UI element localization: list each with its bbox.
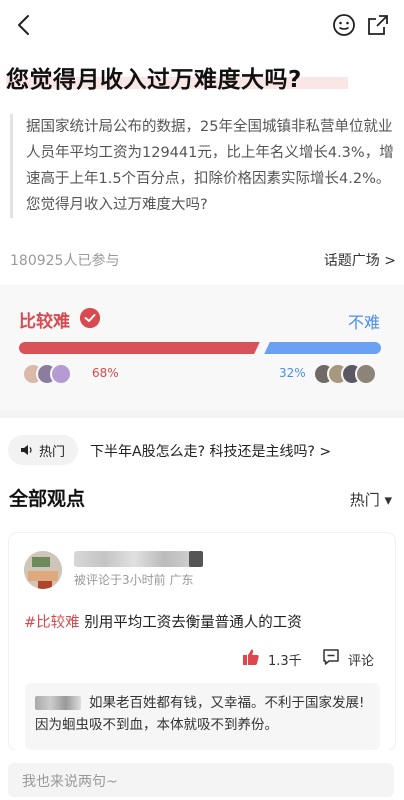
avatar[interactable]: [24, 551, 62, 589]
vote-percent-left: 68%: [92, 366, 119, 380]
topic-square-link[interactable]: 话题广场 >: [324, 250, 396, 270]
comment-input[interactable]: 我也来说两句~: [8, 763, 394, 797]
emoji-face-icon[interactable]: [332, 13, 356, 37]
speaker-icon: [21, 445, 32, 455]
vote-option-right[interactable]: 不难: [348, 309, 380, 333]
check-icon: [80, 308, 100, 328]
question-title: 您觉得月收入过万难度大吗?: [6, 67, 302, 93]
comment-input-bar: 我也来说两句~: [0, 750, 404, 800]
vote-bar-left: [19, 342, 263, 354]
chevron-left-icon[interactable]: [12, 12, 38, 38]
vote-option-left[interactable]: 比较难: [19, 307, 70, 332]
question-title-wrap: 您觉得月收入过万难度大吗?: [6, 60, 348, 94]
sub-reply-name-blurred: [35, 696, 81, 710]
comment-meta: 被评论于3小时前 广东: [74, 573, 194, 587]
reply-button[interactable]: 评论: [322, 648, 382, 669]
reply-label: 评论: [348, 654, 375, 669]
comment-body: #比较难 别用平均工资去衡量普通人的工资: [24, 611, 302, 632]
user-badge: [189, 551, 203, 567]
voter-avatars-right: [313, 363, 381, 385]
participant-count: 180925人已参与: [10, 253, 120, 269]
like-count: 1.3千: [268, 654, 302, 669]
comment-icon: [323, 649, 339, 665]
voter-avatars-left: [22, 363, 86, 385]
avatar: [355, 363, 377, 385]
comment-text: 别用平均工资去衡量普通人的工资: [79, 615, 302, 631]
vote-card: 比较难 不难 68% 32%: [0, 285, 404, 410]
section-divider: [0, 410, 404, 418]
sort-dropdown[interactable]: 热门 ▾: [350, 489, 392, 510]
commenter-name-blurred: [74, 551, 194, 567]
comment-card: 被评论于3小时前 广东 #比较难 别用平均工资去衡量普通人的工资 1.3千 评论…: [9, 533, 395, 750]
vote-bar-right: [263, 342, 381, 354]
vote-percent-right: 32%: [279, 366, 306, 380]
thumbs-up-icon: [243, 649, 259, 665]
comment-tag[interactable]: #比较难: [24, 615, 80, 631]
hot-topic-text[interactable]: 下半年A股怎么走? 科技还是主线吗? >: [90, 441, 331, 461]
like-button[interactable]: 1.3千: [242, 648, 312, 669]
question-description: 据国家统计局公布的数据，25年全国城镇非私营单位就业人员年平均工资为129441…: [10, 114, 396, 218]
share-icon[interactable]: [366, 13, 390, 37]
top-bar: [0, 0, 404, 52]
hot-badge: 热门: [8, 435, 78, 465]
avatar: [50, 363, 72, 385]
section-title: 全部观点: [9, 488, 86, 510]
hot-topic-row[interactable]: 热门 下半年A股怎么走? 科技还是主线吗? >: [0, 432, 404, 470]
meta-row: 180925人已参与 话题广场 >: [10, 250, 396, 270]
sub-reply[interactable]: 如果老百姓都有钱，又幸福。不利于国家发展! 因为蛔虫吸不到血，本体就吸不到养份。: [25, 683, 380, 750]
sub-reply-text: 如果老百姓都有钱，又幸福。不利于国家发展! 因为蛔虫吸不到血，本体就吸不到养份。: [35, 695, 365, 733]
hot-label: 热门: [39, 445, 66, 460]
